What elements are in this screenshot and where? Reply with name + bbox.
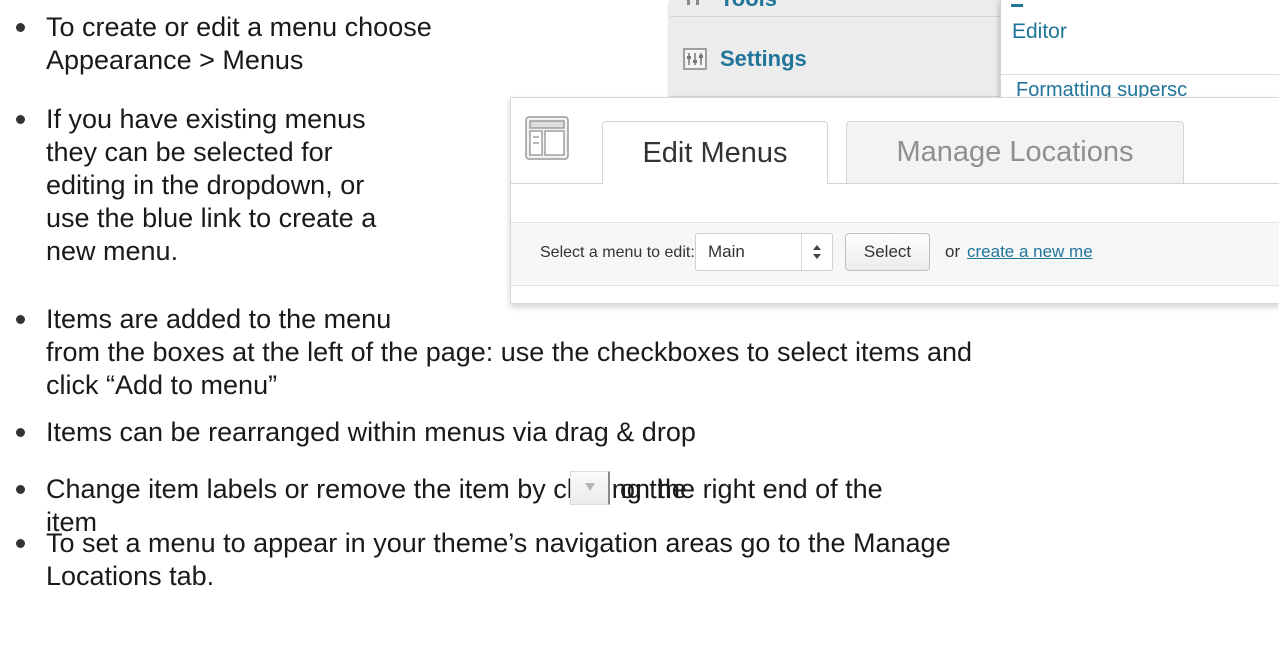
bullet-text: Items are added to the menu [46,304,392,334]
cropped-menu-text [1011,4,1023,7]
bullet-text: they can be selected for [46,137,333,167]
bullet-marker [16,428,25,437]
sidebar-item-settings[interactable]: Settings [670,41,1000,77]
bullet-text: To set a menu to appear in your theme’s … [46,528,951,558]
tab-edit-menus[interactable]: Edit Menus [602,121,828,184]
updown-arrows-icon [801,234,832,270]
bullet-text: click “Add to menu” [46,370,278,400]
bullet-text: new menu. [46,236,179,266]
menu-item-toggle[interactable] [570,471,610,505]
bullet-text: Locations tab. [46,561,215,591]
menus-screen-icon [525,116,569,160]
menu-select-value: Main [708,242,745,261]
bullet-text: from the boxes at the left of the page: … [46,337,973,367]
bullet-text: Appearance > Menus [46,45,304,75]
bullet-marker [16,485,25,494]
menus-screen-panel: Edit Menus Manage Locations Select a men… [510,97,1279,304]
bullet-text: editing in the dropdown, or [46,170,365,200]
bullet-text: Items can be rearranged within menus via… [46,417,696,447]
bullet-marker [16,315,25,324]
triangle-down-icon [584,479,596,497]
select-menu-label: Select a menu to edit: [540,244,695,261]
tab-manage-locations[interactable]: Manage Locations [846,121,1184,183]
bullet-text: use the blue link to create a [46,203,377,233]
divider [1001,74,1279,75]
active-tab-gap [603,183,827,184]
sidebar-item-tools[interactable]: Tools [670,0,1000,17]
sidebar-item-label: Tools [720,0,777,12]
or-text: or [945,242,961,261]
bullet-text: To create or edit a menu choose [46,12,432,42]
admin-sidebar: Tools Settings [670,0,1000,97]
bullet-marker [16,23,25,32]
flyout-item-editor[interactable]: Editor [1012,20,1067,44]
create-new-menu-link[interactable]: create a new me [967,242,1093,262]
bullet-marker [16,115,25,124]
menu-select-dropdown[interactable]: Main [695,233,833,271]
bullet-text: on the right end of the [620,474,883,504]
select-button[interactable]: Select [845,233,930,271]
bullet-text: If you have existing menus [46,104,366,134]
menu-select-bar: Select a menu to edit: Main Select or cr… [511,222,1279,286]
bullet-marker [16,539,25,548]
settings-icon [682,48,708,70]
tools-icon [682,0,708,10]
appearance-flyout-menu: Editor Formatting supersc [1000,0,1279,98]
flyout-item-formatting[interactable]: Formatting supersc [1016,79,1187,98]
sidebar-item-label: Settings [720,46,807,71]
